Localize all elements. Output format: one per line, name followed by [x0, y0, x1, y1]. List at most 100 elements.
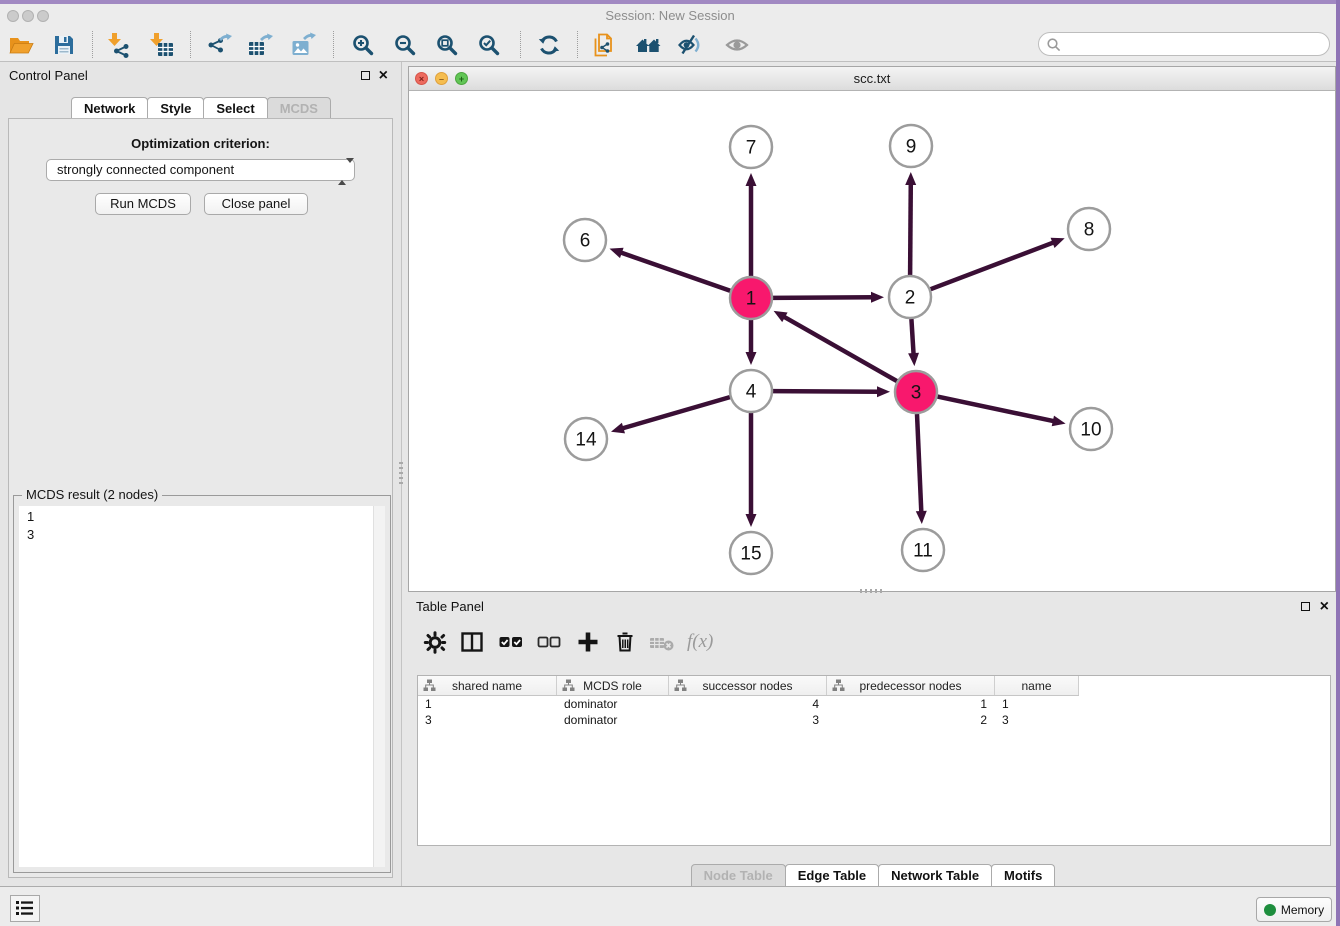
node-2[interactable]: 2 — [889, 276, 931, 318]
cell-name[interactable]: 1 — [995, 696, 1079, 712]
network-close-button[interactable]: × — [415, 72, 428, 85]
refresh-layout-icon[interactable] — [536, 32, 562, 58]
column-header-name[interactable]: name — [995, 676, 1079, 695]
network-maximize-button[interactable]: + — [455, 72, 468, 85]
node-7[interactable]: 7 — [730, 126, 772, 168]
network-canvas[interactable]: 7 9 6 8 1 2 4 3 14 10 15 11 — [409, 91, 1335, 591]
edge-3-10[interactable] — [938, 397, 1066, 427]
zoom-in-icon[interactable] — [350, 32, 376, 58]
column-header-successor-nodes[interactable]: successor nodes — [669, 676, 827, 695]
memory-button[interactable]: Memory — [1256, 897, 1332, 922]
cell-mcds-role[interactable]: dominator — [557, 712, 669, 728]
window-minimize-button[interactable] — [22, 10, 34, 22]
cell-mcds-role[interactable]: dominator — [557, 696, 669, 712]
node-10[interactable]: 10 — [1070, 408, 1112, 450]
close-panel-icon[interactable]: × — [379, 70, 388, 82]
node-9[interactable]: 9 — [890, 125, 932, 167]
toolbar-separator — [577, 31, 578, 58]
tab-mcds[interactable]: MCDS — [267, 97, 331, 119]
edge-4-15[interactable] — [746, 413, 757, 527]
import-table-icon[interactable] — [148, 32, 174, 58]
node-1[interactable]: 1 — [730, 277, 772, 319]
network-minimize-button[interactable]: – — [435, 72, 448, 85]
window-titlebar: Session: New Session — [0, 4, 1340, 28]
table-header-row: shared nameMCDS rolesuccessor nodesprede… — [418, 676, 1079, 696]
deselect-all-icon[interactable] — [536, 629, 562, 655]
close-panel-button[interactable]: Close panel — [204, 193, 308, 215]
node-14[interactable]: 14 — [565, 418, 607, 460]
edge-1-7[interactable] — [746, 173, 757, 276]
window-zoom-button[interactable] — [37, 10, 49, 22]
tab-motifs[interactable]: Motifs — [991, 864, 1055, 886]
tab-network[interactable]: Network — [71, 97, 148, 119]
zoom-fit-icon[interactable] — [434, 32, 460, 58]
network-window-titlebar[interactable]: × – + scc.txt — [409, 67, 1335, 91]
node-4[interactable]: 4 — [730, 370, 772, 412]
tab-select[interactable]: Select — [203, 97, 267, 119]
status-bar: Memory — [0, 886, 1340, 926]
node-6[interactable]: 6 — [564, 219, 606, 261]
edge-2-9[interactable] — [905, 172, 916, 275]
result-scrollbar[interactable] — [373, 506, 385, 867]
close-table-panel-icon[interactable]: × — [1320, 601, 1329, 613]
node-label: 10 — [1080, 420, 1101, 441]
vertical-splitter-handle[interactable] — [399, 462, 403, 484]
edge-1-4[interactable] — [746, 320, 757, 365]
edge-1-2[interactable] — [773, 292, 884, 303]
clone-network-icon[interactable] — [591, 32, 617, 58]
node-15[interactable]: 15 — [730, 532, 772, 574]
cell-predecessor-nodes[interactable]: 2 — [827, 712, 995, 728]
run-mcds-button[interactable]: Run MCDS — [95, 193, 191, 215]
edge-3-1[interactable] — [774, 311, 897, 381]
import-network-icon[interactable] — [104, 32, 130, 58]
first-neighbors-icon[interactable] — [635, 32, 661, 58]
cell-successor-nodes[interactable]: 4 — [669, 696, 827, 712]
mcds-result-area[interactable]: 1 3 — [19, 506, 385, 867]
column-header-predecessor-nodes[interactable]: predecessor nodes — [827, 676, 995, 695]
export-network-icon[interactable] — [206, 32, 232, 58]
column-header-mcds-role[interactable]: MCDS role — [557, 676, 669, 695]
select-all-icon[interactable] — [498, 629, 524, 655]
float-panel-icon[interactable] — [361, 71, 370, 80]
cell-name[interactable]: 3 — [995, 712, 1079, 728]
show-columns-icon[interactable] — [459, 629, 485, 655]
zoom-selected-icon[interactable] — [476, 32, 502, 58]
export-image-icon[interactable] — [291, 32, 317, 58]
mcds-result-title: MCDS result (2 nodes) — [22, 487, 162, 502]
horizontal-splitter-handle[interactable] — [860, 589, 882, 593]
hide-selected-icon[interactable] — [677, 32, 703, 58]
table-settings-gear-icon[interactable] — [422, 629, 448, 655]
column-header-shared-name[interactable]: shared name — [418, 676, 557, 695]
export-table-icon[interactable] — [248, 32, 274, 58]
node-11[interactable]: 11 — [902, 529, 944, 571]
cell-predecessor-nodes[interactable]: 1 — [827, 696, 995, 712]
edge-2-3[interactable] — [908, 319, 919, 366]
edge-3-11[interactable] — [916, 414, 927, 524]
delete-column-trash-icon[interactable] — [612, 629, 638, 655]
tab-style[interactable]: Style — [147, 97, 204, 119]
list-icon — [11, 896, 39, 921]
search-input[interactable] — [1065, 35, 1324, 55]
edge-1-6[interactable] — [610, 248, 731, 291]
edge-2-8[interactable] — [931, 238, 1065, 290]
tab-network-table[interactable]: Network Table — [878, 864, 992, 886]
tab-edge-table[interactable]: Edge Table — [785, 864, 879, 886]
node-3[interactable]: 3 — [895, 371, 937, 413]
open-session-icon[interactable] — [8, 32, 34, 58]
float-table-panel-icon[interactable] — [1301, 602, 1310, 611]
node-label: 2 — [905, 288, 916, 309]
edge-4-14[interactable] — [611, 397, 730, 433]
node-8[interactable]: 8 — [1068, 208, 1110, 250]
cell-shared-name[interactable]: 1 — [418, 696, 557, 712]
table-toolbar: f(x) — [408, 620, 1337, 664]
zoom-out-icon[interactable] — [392, 32, 418, 58]
window-close-button[interactable] — [7, 10, 19, 22]
create-column-icon[interactable] — [575, 629, 601, 655]
edge-4-3[interactable] — [773, 386, 890, 397]
task-history-button[interactable] — [10, 895, 40, 922]
cell-successor-nodes[interactable]: 3 — [669, 712, 827, 728]
save-session-icon[interactable] — [51, 32, 77, 58]
optimization-criterion-select[interactable]: strongly connected component — [46, 159, 355, 181]
cell-shared-name[interactable]: 3 — [418, 712, 557, 728]
tab-node-table[interactable]: Node Table — [691, 864, 786, 886]
